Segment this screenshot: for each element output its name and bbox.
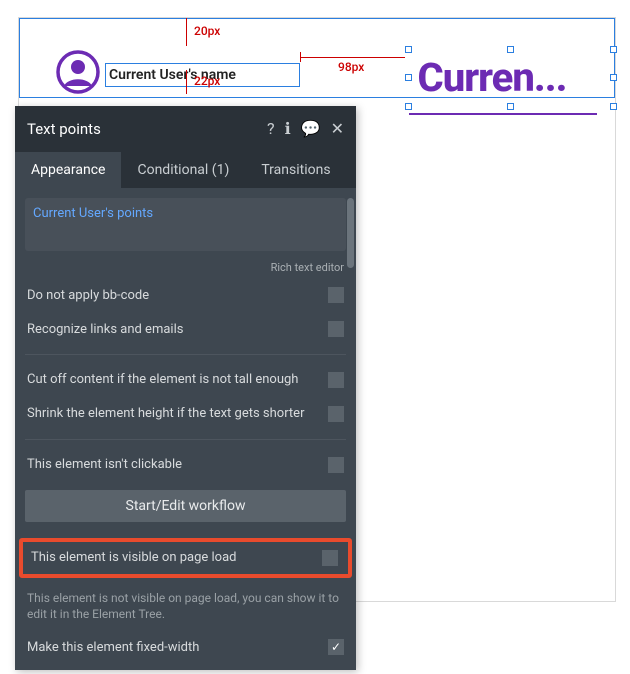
measure-gap-label: 98px [338,60,364,74]
info-icon[interactable]: ℹ [285,121,291,137]
label-shrink: Shrink the element height if the text ge… [27,406,304,421]
checkbox-not-clickable[interactable] [328,457,344,473]
start-edit-workflow-button[interactable]: Start/Edit workflow [25,490,346,522]
label-visible-on-load: This element is visible on page load [31,550,237,565]
label-recognize-links: Recognize links and emails [27,322,183,337]
close-icon[interactable]: ✕ [331,121,344,137]
visibility-hint-text: This element is not visible on page load… [25,588,346,626]
row-not-clickable: This element isn't clickable [25,452,346,478]
user-avatar-icon [56,50,100,94]
tab-appearance[interactable]: Appearance [15,152,121,188]
checkbox-shrink[interactable] [328,406,344,422]
panel-body: Current User's points Rich text editor D… [15,188,356,670]
selection-handle[interactable] [507,103,514,110]
panel-scrollbar[interactable] [347,198,354,268]
selection-handle[interactable] [405,74,412,81]
underline-decoration [409,113,597,115]
highlighted-visible-on-load: This element is visible on page load [19,538,352,578]
label-no-bbcode: Do not apply bb-code [27,288,149,303]
checkbox-no-bbcode[interactable] [328,287,344,303]
text-expression-value: Current User's points [33,206,153,221]
selection-handle[interactable] [610,74,617,81]
selection-handle[interactable] [610,103,617,110]
section-divider [25,354,346,355]
text-expression-input[interactable]: Current User's points [25,198,346,251]
measure-top-label: 20px [194,24,220,38]
checkbox-fixed-width[interactable] [328,639,344,655]
measure-bottom-label: 22px [194,74,220,88]
points-text-element[interactable]: Curren... [387,50,597,105]
row-recognize-links: Recognize links and emails [25,316,346,342]
label-fixed-width: Make this element fixed-width [27,640,199,655]
row-visible-on-load: This element is visible on page load [29,548,340,568]
row-fixed-width: Make this element fixed-width [25,634,346,660]
comment-icon[interactable]: 💬 [301,121,321,137]
property-inspector-panel: Text points ? ℹ 💬 ✕ Appearance Condition… [15,106,356,670]
row-shrink: Shrink the element height if the text ge… [25,401,346,427]
points-text-display: Curren... [418,54,567,101]
measure-line [186,18,187,46]
panel-header[interactable]: Text points ? ℹ 💬 ✕ [15,106,356,152]
section-divider [25,439,346,440]
measure-tick [300,52,301,62]
rich-text-editor-link[interactable]: Rich text editor [25,261,346,274]
checkbox-cut-off[interactable] [328,372,344,388]
measure-line [186,70,187,94]
tab-conditional[interactable]: Conditional (1) [121,152,245,188]
row-cut-off: Cut off content if the element is not ta… [25,367,346,393]
panel-title: Text points [27,120,267,138]
selection-handle[interactable] [610,46,617,53]
row-no-bbcode: Do not apply bb-code [25,282,346,308]
selection-handle[interactable] [405,103,412,110]
label-not-clickable: This element isn't clickable [27,457,182,472]
panel-tabs: Appearance Conditional (1) Transitions [15,152,356,188]
label-cut-off: Cut off content if the element is not ta… [27,372,298,387]
selection-handle[interactable] [507,46,514,53]
checkbox-visible-on-load[interactable] [322,550,338,566]
tab-transitions[interactable]: Transitions [245,152,346,188]
checkbox-recognize-links[interactable] [328,321,344,337]
help-icon[interactable]: ? [267,121,275,137]
selection-handle[interactable] [405,46,412,53]
measure-line [300,57,405,58]
